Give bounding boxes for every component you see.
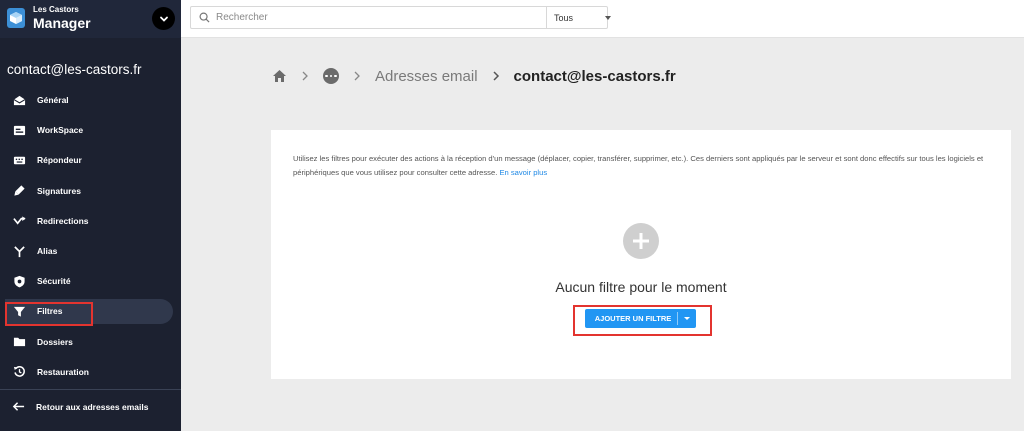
- shield-icon: [12, 274, 26, 288]
- top-bar: Tous: [181, 0, 1024, 38]
- cube-logo-icon: [7, 8, 25, 28]
- sidebar-item-label: WorkSpace: [37, 125, 84, 136]
- sidebar-item-workspace[interactable]: WorkSpace: [0, 115, 181, 145]
- brand-header: Les Castors Manager: [0, 0, 181, 38]
- sidebar-item-label: Dossiers: [37, 336, 73, 347]
- chevron-right-icon: [492, 71, 500, 81]
- breadcrumb-section-link[interactable]: Adresses email: [375, 68, 478, 85]
- sidebar-item-label: Alias: [37, 246, 58, 257]
- chevron-right-icon: [353, 71, 361, 81]
- keyboard-icon: [12, 153, 26, 167]
- filtres-highlight: [5, 302, 93, 326]
- breadcrumb: Adresses email contact@les-castors.fr: [272, 66, 676, 86]
- sidebar-item-signatures[interactable]: Signatures: [0, 176, 181, 206]
- sidebar-item-label: Restauration: [37, 366, 89, 377]
- arrow-left-icon: [12, 402, 25, 411]
- pen-icon: [12, 184, 26, 198]
- back-link-label: Retour aux adresses emails: [36, 401, 149, 412]
- sidebar-item-securite[interactable]: Sécurité: [0, 266, 181, 296]
- home-icon[interactable]: [272, 69, 287, 83]
- filters-card: Utilisez les filtres pour exécuter des a…: [271, 130, 1011, 379]
- brand-toggle-button[interactable]: [152, 7, 175, 30]
- search-scope-value: Tous: [554, 12, 574, 23]
- filters-description: Utilisez les filtres pour exécuter des a…: [293, 152, 998, 180]
- sidebar-item-label: Sécurité: [37, 276, 71, 287]
- brand-title: Manager: [33, 15, 91, 31]
- account-email: contact@les-castors.fr: [7, 62, 142, 77]
- sidebar-item-general[interactable]: Général: [0, 85, 181, 115]
- empty-state-title: Aucun filtre pour le moment: [555, 279, 727, 295]
- workspace-icon: [12, 123, 26, 137]
- sidebar-item-label: Signatures: [37, 185, 81, 196]
- search-icon: [199, 12, 210, 23]
- sidebar: Les Castors Manager contact@les-castors.…: [0, 0, 181, 431]
- chevron-down-icon: [159, 16, 168, 22]
- breadcrumb-current: contact@les-castors.fr: [513, 67, 676, 85]
- sidebar-item-dossiers[interactable]: Dossiers: [0, 327, 181, 357]
- sidebar-item-repondeur[interactable]: Répondeur: [0, 145, 181, 175]
- sidebar-nav: Général WorkSpace Répondeur Signatures R…: [0, 85, 181, 387]
- sidebar-item-label: Redirections: [37, 215, 89, 226]
- sidebar-item-alias[interactable]: Alias: [0, 236, 181, 266]
- redirect-arrow-icon: [12, 214, 26, 228]
- chevron-right-icon: [301, 71, 309, 81]
- plus-circle-icon: [623, 223, 659, 259]
- sidebar-item-redirections[interactable]: Redirections: [0, 206, 181, 236]
- sidebar-item-label: Général: [37, 95, 69, 106]
- sidebar-item-restauration[interactable]: Restauration: [0, 357, 181, 387]
- caret-down-icon: [605, 16, 611, 20]
- more-horizontal-icon[interactable]: [323, 68, 339, 84]
- search-scope-select[interactable]: Tous: [546, 7, 618, 28]
- sidebar-item-label: Répondeur: [37, 155, 82, 166]
- search-input[interactable]: [216, 12, 536, 23]
- learn-more-link[interactable]: En savoir plus: [499, 168, 547, 177]
- envelope-open-icon: [12, 93, 26, 107]
- history-icon: [12, 365, 26, 379]
- add-filter-highlight: [573, 305, 712, 336]
- back-to-addresses-link[interactable]: Retour aux adresses emails: [12, 400, 148, 413]
- brand-subtitle: Les Castors: [33, 5, 79, 14]
- filters-description-text: Utilisez les filtres pour exécuter des a…: [293, 154, 984, 177]
- sidebar-divider: [0, 389, 181, 390]
- fork-icon: [12, 244, 26, 258]
- folder-icon: [12, 335, 26, 349]
- search-bar: Tous: [190, 6, 611, 29]
